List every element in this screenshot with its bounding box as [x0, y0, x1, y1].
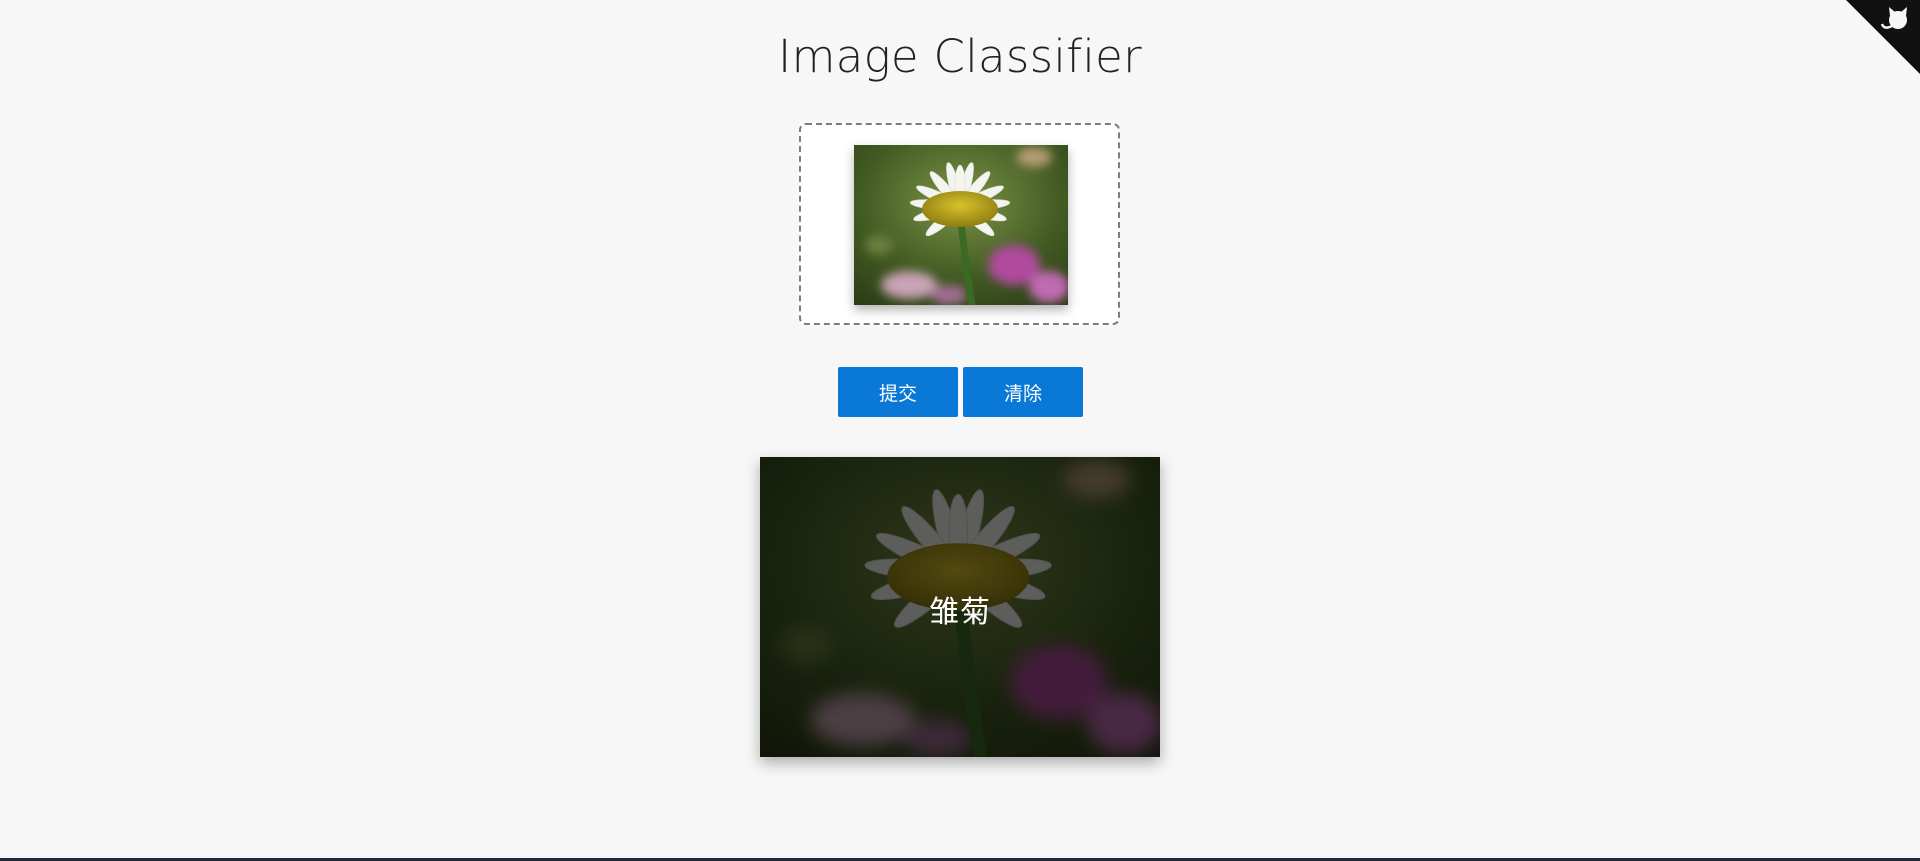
image-upload-dropzone[interactable] [799, 123, 1120, 325]
uploaded-image-preview [854, 145, 1068, 305]
submit-button[interactable]: 提交 [838, 367, 958, 417]
clear-button[interactable]: 清除 [963, 367, 1083, 417]
github-corner-link[interactable] [1846, 0, 1920, 74]
page: Image Classifier 提交 清除 雏菊 [0, 0, 1920, 861]
classification-label: 雏菊 [929, 595, 991, 630]
page-title: Image Classifier [778, 30, 1142, 83]
classification-result-card: 雏菊 [760, 457, 1160, 757]
